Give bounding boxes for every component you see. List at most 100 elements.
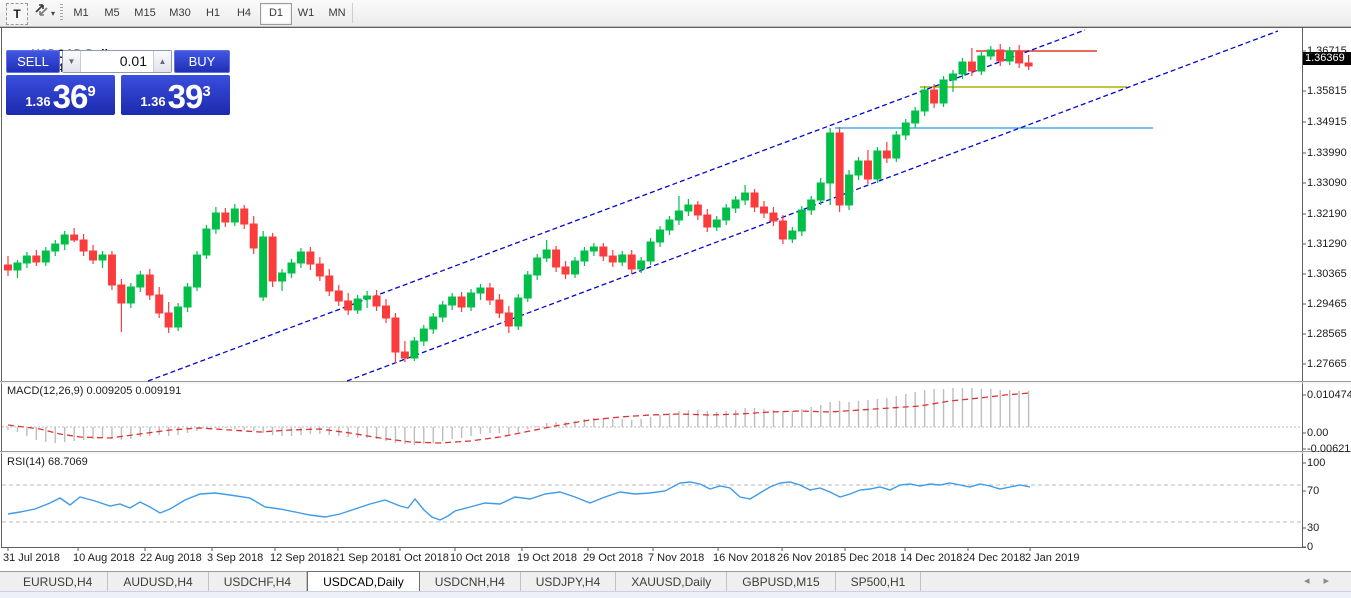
time-axis-label: 24 Dec 2018 (963, 552, 1026, 564)
candle-body (467, 292, 476, 308)
candle-body (202, 228, 211, 256)
macd-label: MACD(12,26,9) 0.009205 0.009191 (7, 385, 182, 397)
candle-body (32, 255, 41, 263)
price-axis-label: 1.32190 (1307, 208, 1347, 220)
candle-body (429, 316, 438, 330)
rsi-label: RSI(14) 68.7069 (7, 456, 88, 468)
volume-increase-button[interactable]: ▲ (153, 51, 171, 72)
candle-body (656, 229, 665, 243)
volume-widget: ▼ 0.01 ▲ (62, 50, 172, 73)
price-axis-label: 1.30365 (1307, 268, 1347, 280)
candle-body (523, 274, 532, 299)
candle-body (977, 55, 986, 72)
chart-tab-bar: EURUSD,H4 AUDUSD,H4 USDCHF,H4 USDCAD,Daily U… (0, 571, 1351, 592)
candle-body (391, 317, 400, 353)
candle-body (51, 243, 60, 252)
candle-body (646, 241, 655, 262)
candle-body (230, 208, 239, 223)
candle-body (835, 132, 844, 206)
candle-body (107, 254, 116, 286)
rsi-axis-label: 30 (1307, 522, 1320, 534)
chart-tab-sp500[interactable]: SP500,H1 (836, 572, 922, 592)
candle-body (155, 294, 164, 314)
time-axis-label: 29 Oct 2018 (583, 552, 643, 564)
chart-tab-gbpusd[interactable]: GBPUSD,M15 (727, 572, 836, 592)
candle-body (599, 246, 608, 257)
candle-body (930, 89, 939, 104)
candle-body (986, 49, 995, 57)
candle-body (296, 251, 305, 264)
price-axis-label: 1.28565 (1307, 328, 1347, 340)
chart-tab-xauusd[interactable]: XAUUSD,Daily (616, 572, 728, 592)
candle-body (816, 182, 825, 201)
candle-body (278, 272, 287, 282)
price-axis-label: 1.27665 (1307, 358, 1347, 370)
volume-decrease-button[interactable]: ▼ (63, 51, 81, 72)
candle-body (863, 160, 872, 180)
time-axis-label: 26 Nov 2018 (777, 552, 840, 564)
time-axis-label: 31 Jul 2018 (3, 552, 60, 564)
candle-body (1005, 50, 1014, 62)
price-axis-label: 1.36715 (1307, 45, 1347, 57)
candle-body (70, 234, 79, 241)
candle-body (627, 254, 636, 270)
candle-body (259, 236, 268, 298)
chart-tab-usdjpy[interactable]: USDJPY,H4 (521, 572, 617, 592)
chart-tab-eurusd[interactable]: EURUSD,H4 (8, 572, 109, 592)
candle-body (249, 223, 258, 249)
candle-body (901, 122, 910, 136)
sell-price-display[interactable]: 1.36 36 9 (6, 75, 115, 115)
time-axis-label: 10 Oct 2018 (450, 552, 510, 564)
candle-body (41, 250, 50, 263)
buy-price-display[interactable]: 1.36 39 3 (121, 75, 230, 115)
candle-body (533, 257, 542, 276)
candle-body (287, 262, 296, 274)
candle-body (892, 134, 901, 159)
candle-body (967, 61, 976, 72)
candle-body (126, 286, 135, 304)
candle-body (353, 298, 362, 311)
time-axis-label: 22 Aug 2018 (140, 552, 202, 564)
candle-body (920, 89, 929, 112)
buy-button[interactable]: BUY (174, 50, 230, 73)
price-axis-label: 1.29465 (1307, 298, 1347, 310)
candle-body (495, 299, 504, 314)
time-axis-label: 5 Dec 2018 (840, 552, 897, 564)
candle-body (79, 239, 88, 252)
macd-axis-label: -0.006218 (1307, 443, 1351, 455)
candle-body (211, 212, 220, 230)
candle-body (760, 206, 768, 214)
tab-scroll-arrows[interactable]: ◂▸ (1304, 574, 1343, 587)
chart-tab-usdchf[interactable]: USDCHF,H4 (209, 572, 308, 592)
candle-body (372, 295, 381, 307)
one-click-trading-panel: SELL ▼ 0.01 ▲ BUY 1.36 36 9 1.36 39 3 (6, 50, 230, 115)
sell-button[interactable]: SELL (6, 50, 60, 73)
candle-body (712, 219, 721, 228)
time-axis-label: 12 Sep 2018 (270, 552, 333, 564)
time-axis-label: 10 Aug 2018 (73, 552, 135, 564)
candle-body (731, 199, 740, 209)
candle-body (325, 275, 334, 292)
price-axis-label: 1.35815 (1307, 85, 1347, 97)
time-axis-label: 7 Nov 2018 (648, 552, 705, 564)
chart-tab-usdcad[interactable]: USDCAD,Daily (307, 571, 420, 592)
volume-input[interactable]: 0.01 (81, 51, 153, 72)
macd-axis-label: 0.00 (1307, 427, 1329, 439)
candle-body (618, 254, 627, 263)
candle-body (788, 230, 797, 240)
candle-body (807, 199, 816, 211)
candle-body (854, 160, 863, 176)
candle-body (117, 284, 126, 304)
candle-body (845, 174, 854, 206)
price-axis-label: 1.31290 (1307, 238, 1347, 250)
chart-tab-usdcnh[interactable]: USDCNH,H4 (420, 572, 521, 592)
candle-body (419, 328, 428, 342)
rsi-line (7, 481, 1031, 521)
chart-tab-audusd[interactable]: AUDUSD,H4 (108, 572, 209, 592)
candle-body (476, 287, 485, 294)
candle-body (873, 150, 882, 180)
candle-body (797, 209, 806, 232)
candle-body (722, 207, 731, 221)
candle-body (769, 212, 778, 222)
candle-body (13, 262, 22, 271)
